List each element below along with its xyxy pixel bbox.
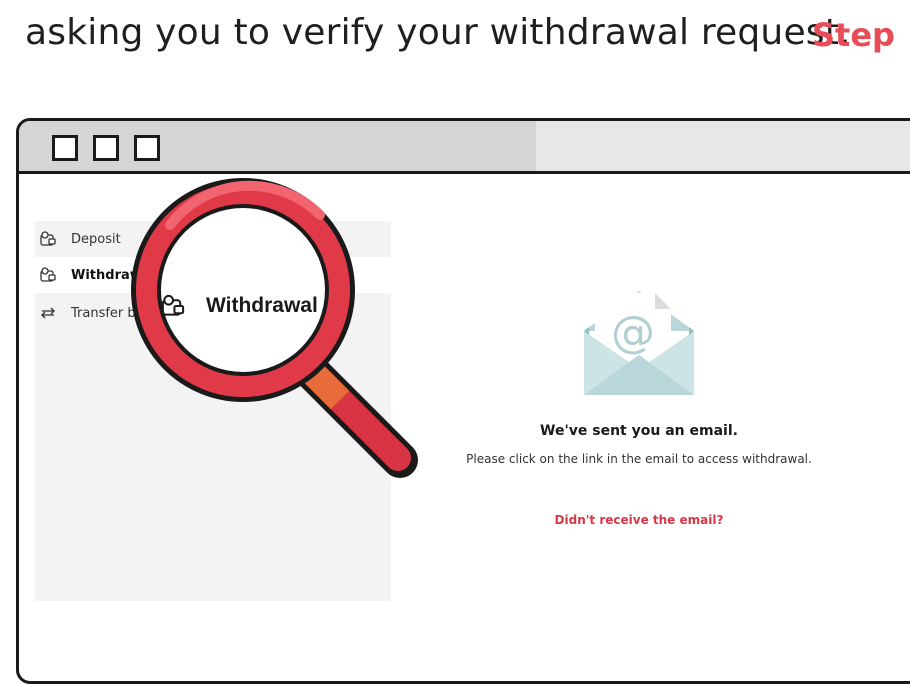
svg-text:@: @	[611, 307, 655, 358]
titlebar-address-area	[536, 121, 910, 171]
wallet-deposit-icon	[40, 231, 56, 246]
window-button-2[interactable]	[93, 135, 119, 161]
wallet-withdrawal-icon	[40, 267, 56, 282]
instruction-text: asking you to verify your withdrawal req…	[25, 12, 851, 53]
window-button-1[interactable]	[52, 135, 78, 161]
window-button-3[interactable]	[134, 135, 160, 161]
wallet-withdrawal-icon	[161, 294, 185, 316]
window-titlebar	[19, 121, 910, 174]
step-label: Step	[812, 16, 895, 54]
magnified-label-text: Withdrawal	[206, 294, 318, 317]
resend-email-link[interactable]: Didn't receive the email?	[539, 513, 739, 527]
email-envelope-icon: @	[584, 291, 694, 395]
magnifier-icon	[131, 178, 418, 478]
magnified-withdrawal-label: Withdrawal	[160, 293, 318, 319]
transfer-arrows-icon	[41, 307, 55, 319]
email-sent-title: We've sent you an email.	[540, 423, 738, 439]
email-sent-description: Please click on the link in the email to…	[466, 452, 812, 466]
